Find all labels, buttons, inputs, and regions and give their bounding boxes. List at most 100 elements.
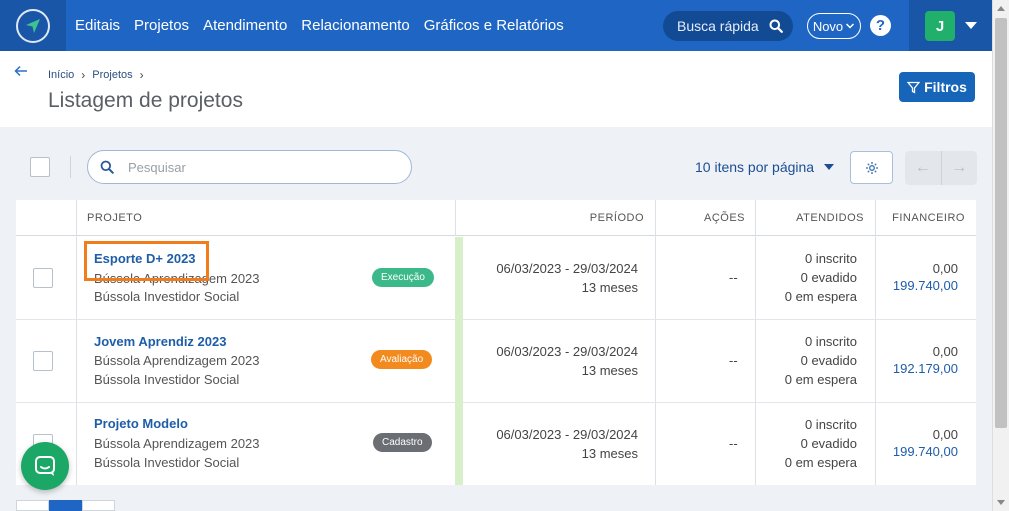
chevron-down-icon [846,23,855,29]
period-duration: 13 meses [581,363,638,378]
filter-icon [907,81,921,94]
atendidos-cell: 0 inscrito 0 evadido 0 em espera [785,249,857,306]
help-icon[interactable]: ? [870,15,891,36]
column-settings-button[interactable] [850,151,893,184]
bottom-pagination [16,500,115,511]
atendidos-cell: 0 inscrito 0 evadido 0 em espera [785,332,857,389]
search-icon [769,19,783,33]
prev-page-arrow-icon[interactable]: ← [905,151,942,185]
breadcrumb-projetos[interactable]: Projetos [92,69,132,81]
per-page-select[interactable]: 10 itens por página [695,159,835,175]
header-acoes[interactable]: AÇÕES [704,212,745,224]
period-duration: 13 meses [581,280,638,295]
nav-graficos-relatorios[interactable]: Gráficos e Relatórios [424,17,564,34]
scroll-up-icon[interactable] [997,6,1005,11]
chat-icon [35,456,55,476]
header-periodo[interactable]: PERÍODO [590,212,644,224]
financeiro-executado: 0,00 [932,344,958,359]
nav-relacionamento[interactable]: Relacionamento [301,17,409,34]
period-cell: 06/03/2023 - 29/03/2024 13 meses [496,342,638,380]
financeiro-executado: 0,00 [932,427,958,442]
inscrito-count: 0 inscrito [804,334,857,349]
app-logo[interactable] [0,0,66,51]
project-org: Bússola Investidor Social [94,455,240,470]
page-button-active[interactable] [49,500,82,511]
table-row[interactable]: Projeto Modelo Bússola Aprendizagem 2023… [16,403,976,485]
filtros-button[interactable]: Filtros [899,72,975,102]
financeiro-total: 199.740,00 [892,444,958,459]
novo-button[interactable]: Novo [807,13,861,39]
breadcrumb-separator-icon: › [81,68,86,82]
period-range: 06/03/2023 - 29/03/2024 [496,344,638,359]
toolbar-divider [70,156,71,178]
project-name-link[interactable]: Jovem Aprendiz 2023 [94,334,226,349]
status-badge: Avaliação [371,350,433,369]
acoes-cell: -- [729,270,738,285]
back-arrow-icon[interactable] [14,64,28,82]
scroll-down-icon[interactable] [997,500,1005,505]
status-indicator-bar [455,237,463,320]
page-scrollbar[interactable] [992,0,1009,511]
user-menu[interactable]: J [909,0,992,51]
header-projeto[interactable]: PROJETO [87,212,142,224]
status-badge: Execução [372,268,434,287]
financeiro-cell: 0,00 199.740,00 [893,260,958,294]
highlight-annotation-box [84,241,209,281]
search-input[interactable] [87,150,412,184]
main-nav: Editais Projetos Atendimento Relacioname… [75,0,578,51]
breadcrumb-separator-icon: › [139,68,144,82]
atendidos-cell: 0 inscrito 0 evadido 0 em espera [785,415,857,472]
breadcrumb: Início › Projetos › [48,68,151,82]
chat-widget-button[interactable] [21,442,69,490]
top-navbar: Editais Projetos Atendimento Relacioname… [0,0,992,51]
inscrito-count: 0 inscrito [804,251,857,266]
novo-label: Novo [812,18,844,34]
gear-icon [865,161,878,174]
acoes-cell: -- [729,353,738,368]
filtros-label: Filtros [924,79,967,95]
nav-atendimento[interactable]: Atendimento [203,17,287,34]
project-org: Bússola Investidor Social [94,289,240,304]
evadido-count: 0 evadido [800,270,857,285]
espera-count: 0 em espera [784,455,857,470]
financeiro-executado: 0,00 [932,261,958,276]
financeiro-total: 199.740,00 [892,278,958,293]
pagination-arrows: ← → [905,151,977,185]
quick-search[interactable]: Busca rápida [663,11,793,41]
header-financeiro[interactable]: FINANCEIRO [892,212,965,224]
financeiro-cell: 0,00 192.179,00 [893,343,958,377]
acoes-cell: -- [729,436,738,451]
period-range: 06/03/2023 - 29/03/2024 [496,427,638,442]
evadido-count: 0 evadido [800,353,857,368]
inscrito-count: 0 inscrito [804,417,857,432]
select-all-checkbox[interactable] [30,157,50,177]
table-row[interactable]: Jovem Aprendiz 2023 Bússola Aprendizagem… [16,320,976,403]
header-atendidos[interactable]: ATENDIDOS [796,212,864,224]
caret-down-icon [824,164,835,170]
page-button[interactable] [16,500,49,511]
status-badge: Cadastro [373,433,432,452]
breadcrumb-inicio[interactable]: Início [48,69,74,81]
project-org: Bússola Investidor Social [94,372,240,387]
row-checkbox[interactable] [33,268,53,288]
next-page-arrow-icon[interactable]: → [942,151,978,185]
page-button[interactable] [82,500,115,511]
quick-search-label: Busca rápida [677,18,759,34]
espera-count: 0 em espera [784,372,857,387]
project-name-link[interactable]: Projeto Modelo [94,416,188,431]
period-range: 06/03/2023 - 29/03/2024 [496,261,638,276]
status-indicator-bar [455,320,463,403]
financeiro-total: 192.179,00 [892,361,958,376]
project-program: Bússola Aprendizagem 2023 [94,436,260,451]
caret-down-icon [965,22,977,29]
row-checkbox[interactable] [33,351,53,371]
table-header: PROJETO PERÍODO AÇÕES ATENDIDOS FINANCEI… [16,200,976,236]
page-header: Início › Projetos › Listagem de projetos… [0,51,992,127]
project-program: Bússola Aprendizagem 2023 [94,353,260,368]
nav-editais[interactable]: Editais [75,17,120,34]
nav-projetos[interactable]: Projetos [134,17,189,34]
scrollbar-thumb[interactable] [995,18,1007,428]
column-divider [455,200,456,236]
status-indicator-bar [455,403,463,485]
espera-count: 0 em espera [784,289,857,304]
